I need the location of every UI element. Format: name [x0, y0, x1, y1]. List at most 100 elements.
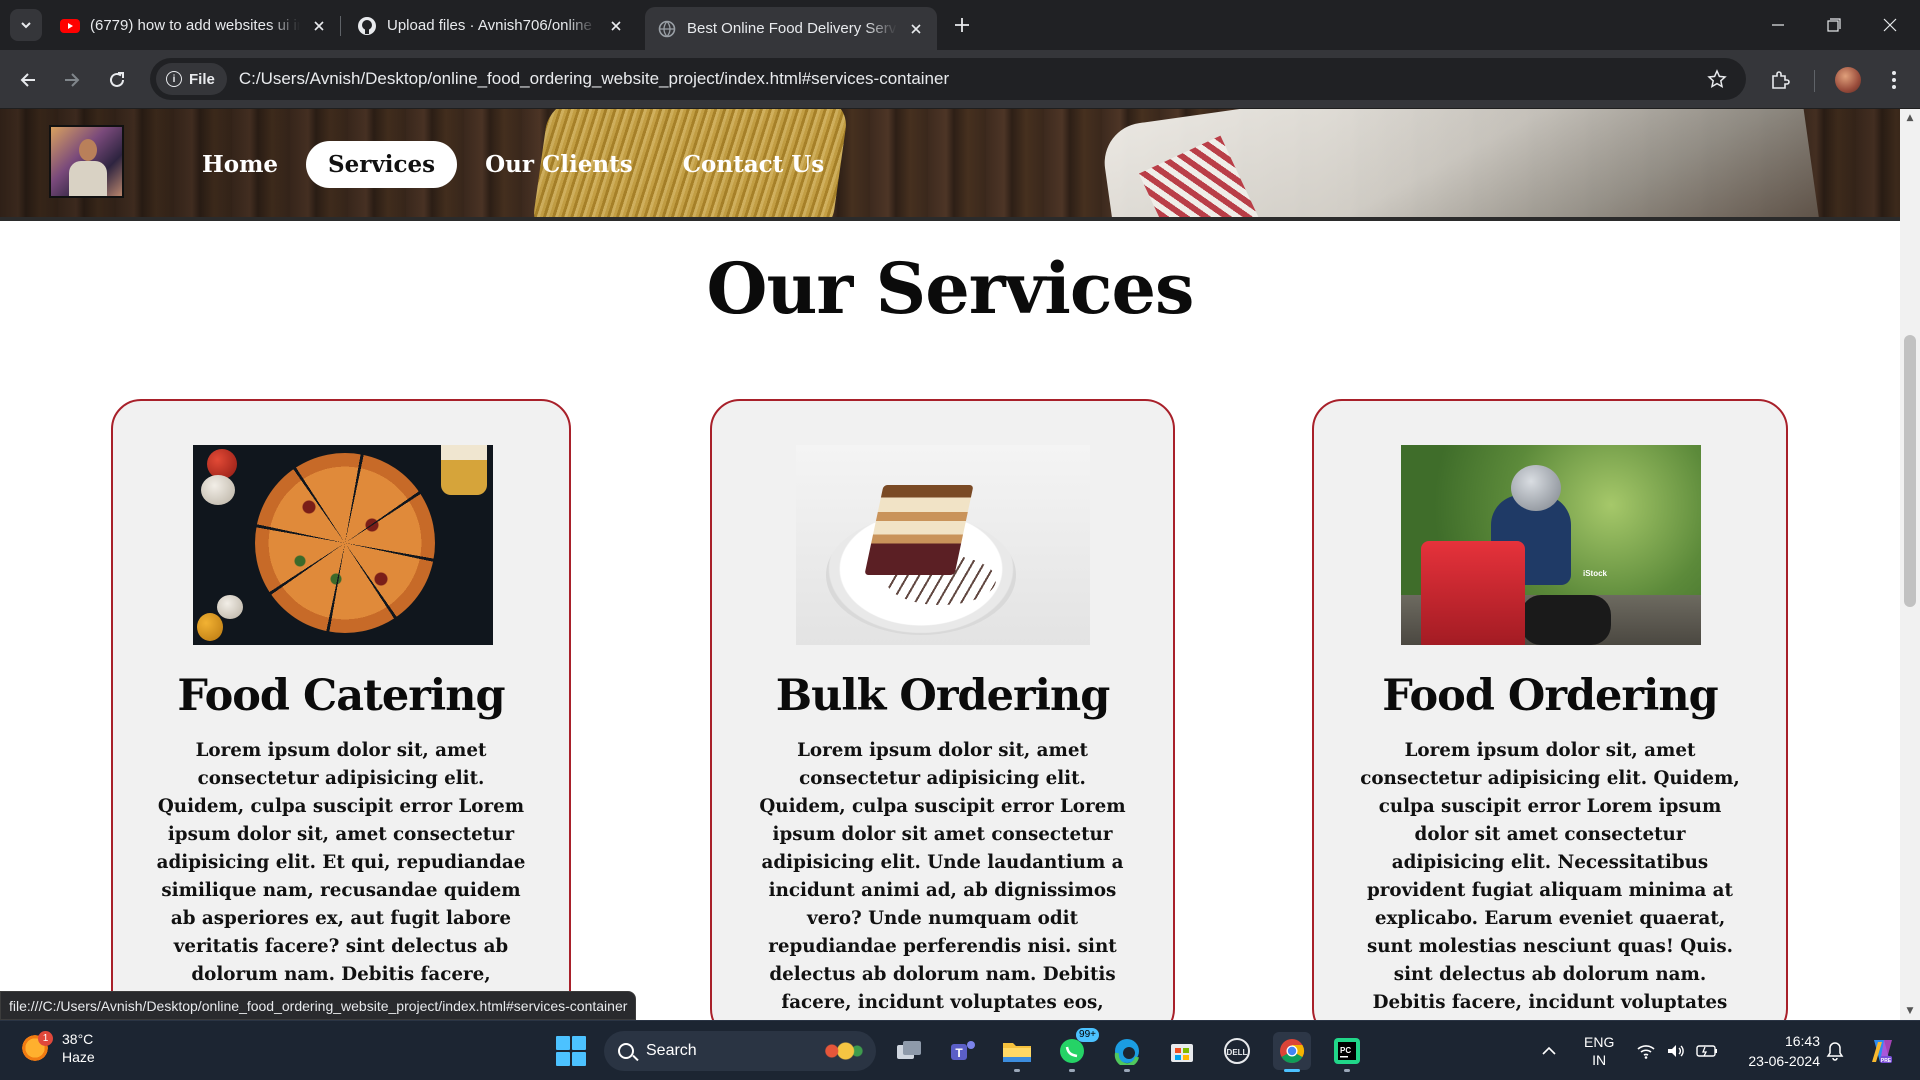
- language-indicator[interactable]: ENG IN: [1584, 1021, 1614, 1080]
- extensions-button[interactable]: [1764, 64, 1796, 96]
- running-indicator: [1124, 1069, 1130, 1072]
- start-button[interactable]: [556, 1036, 586, 1066]
- main-nav: Home Services Our Clients Contact Us: [180, 141, 852, 188]
- running-indicator: [1069, 1069, 1075, 1072]
- whatsapp-app[interactable]: 99+: [1053, 1028, 1099, 1072]
- reload-icon: [110, 72, 124, 87]
- toolbar-divider: [1814, 70, 1815, 92]
- garlic: [201, 475, 235, 505]
- close-icon: [1883, 18, 1897, 32]
- service-card-food-ordering: iStock Food Ordering Lorem ipsum dolor s…: [1312, 399, 1788, 1020]
- link-status-bubble: file:///C:/Users/Avnish/Desktop/online_f…: [0, 991, 637, 1020]
- minimize-icon: [1772, 24, 1784, 26]
- logo-person-head: [79, 139, 97, 161]
- svg-text:T: T: [955, 1046, 963, 1060]
- teams-app[interactable]: T: [944, 1032, 982, 1070]
- bookmark-star-button[interactable]: [1704, 66, 1730, 92]
- whatsapp-badge: 99+: [1076, 1028, 1099, 1042]
- nav-our-clients[interactable]: Our Clients: [463, 141, 655, 188]
- tab-github[interactable]: Upload files · Avnish706/online: [345, 7, 637, 44]
- edge-icon: [1114, 1039, 1139, 1065]
- pizza-image: [193, 445, 493, 645]
- close-tab-icon[interactable]: [310, 17, 328, 35]
- pycharm-icon: PC: [1334, 1038, 1360, 1064]
- running-indicator: [1344, 1069, 1350, 1072]
- windows-logo-icon: [556, 1036, 570, 1050]
- language-line1: ENG: [1584, 1034, 1615, 1050]
- taskbar-clock[interactable]: 16:43 23-06-2024: [1736, 1031, 1820, 1071]
- windows-taskbar: 1 38°C Haze Search T 99+ DELL PC ENG IN …: [0, 1020, 1920, 1080]
- dell-app[interactable]: DELL: [1218, 1032, 1256, 1070]
- clock-time: 16:43: [1784, 1033, 1820, 1049]
- delivery-rider-image: iStock: [1401, 445, 1701, 645]
- system-tray-icons[interactable]: [1636, 1021, 1718, 1080]
- show-hidden-icons-button[interactable]: [1542, 1021, 1556, 1080]
- service-card-bulk-ordering: Bulk Ordering Lorem ipsum dolor sit, ame…: [710, 399, 1175, 1020]
- puzzle-icon: [1772, 71, 1790, 89]
- notifications-button[interactable]: [1826, 1021, 1844, 1080]
- scrollbar-thumb[interactable]: [1904, 335, 1916, 607]
- running-indicator: [1014, 1069, 1020, 1072]
- tab-youtube[interactable]: (6779) how to add websites ui in: [48, 7, 340, 44]
- page-scrollbar[interactable]: ▲ ▼: [1900, 109, 1920, 1020]
- pepper: [197, 613, 223, 641]
- info-icon: i: [166, 71, 182, 87]
- close-tab-icon[interactable]: [907, 20, 925, 38]
- cake-image: [796, 445, 1090, 645]
- task-view-button[interactable]: [890, 1032, 928, 1070]
- card-title: Bulk Ordering: [775, 671, 1111, 721]
- site-logo[interactable]: [49, 125, 124, 198]
- card-text: Lorem ipsum dolor sit, amet consectetur …: [759, 740, 1126, 1013]
- pycharm-app[interactable]: PC: [1328, 1032, 1366, 1072]
- svg-text:DELL: DELL: [1227, 1048, 1248, 1057]
- teams-icon: T: [951, 1041, 975, 1060]
- back-button[interactable]: [13, 65, 43, 95]
- tab-food-delivery[interactable]: Best Online Food Delivery Servi: [645, 7, 937, 50]
- language-line2: IN: [1592, 1052, 1607, 1068]
- close-tab-icon[interactable]: [607, 17, 625, 35]
- microsoft-store-app[interactable]: [1163, 1032, 1201, 1070]
- minimize-button[interactable]: [1750, 0, 1806, 50]
- copilot-button[interactable]: PRE: [1866, 1021, 1896, 1080]
- service-card-catering: Food Catering Lorem ipsum dolor sit, ame…: [111, 399, 571, 1020]
- wifi-icon: [1637, 1045, 1655, 1059]
- new-tab-button[interactable]: [950, 13, 974, 37]
- site-info-chip[interactable]: i File: [156, 63, 227, 95]
- nav-contact-us[interactable]: Contact Us: [661, 141, 847, 188]
- nav-home[interactable]: Home: [180, 141, 300, 188]
- weather-widget[interactable]: 1 38°C Haze: [20, 1030, 95, 1066]
- scroll-up-arrow-icon[interactable]: ▲: [1905, 113, 1915, 123]
- taskbar-search[interactable]: Search: [604, 1031, 876, 1071]
- helmet: [1511, 465, 1561, 511]
- chrome-app[interactable]: [1273, 1032, 1311, 1072]
- profile-button[interactable]: [1832, 64, 1864, 96]
- file-explorer-app[interactable]: [998, 1032, 1036, 1072]
- edge-app[interactable]: [1108, 1032, 1146, 1072]
- kebab-menu-icon: [1892, 71, 1896, 89]
- reload-button[interactable]: [102, 65, 132, 95]
- weather-condition: Haze: [62, 1049, 95, 1065]
- copilot-icon: PRE: [1872, 1040, 1892, 1064]
- search-icon: [618, 1043, 634, 1059]
- close-window-button[interactable]: [1862, 0, 1918, 50]
- chevron-up-icon: [1542, 1046, 1556, 1055]
- restore-button[interactable]: [1806, 0, 1862, 50]
- tab-search-button[interactable]: [10, 9, 42, 41]
- section-title: Our Services: [706, 247, 1195, 330]
- scroll-down-arrow-icon[interactable]: ▼: [1905, 1006, 1915, 1016]
- weather-haze-icon: 1: [20, 1031, 53, 1063]
- address-bar[interactable]: i File C:/Users/Avnish/Desktop/online_fo…: [150, 58, 1746, 100]
- tab-title: Best Online Food Delivery Servi: [687, 20, 897, 37]
- browser-tab-bar: (6779) how to add websites ui in Upload …: [0, 0, 1920, 50]
- running-indicator: [1284, 1069, 1300, 1072]
- url-text[interactable]: C:/Users/Avnish/Desktop/online_food_orde…: [239, 69, 949, 89]
- svg-text:PC: PC: [1340, 1046, 1351, 1055]
- dell-logo-icon: DELL: [1224, 1038, 1250, 1064]
- forward-button[interactable]: [57, 65, 87, 95]
- forward-arrow-icon: [65, 73, 80, 87]
- task-view-icon: [897, 1041, 921, 1059]
- nav-services[interactable]: Services: [306, 141, 458, 188]
- menu-button[interactable]: [1878, 64, 1910, 96]
- github-icon: [357, 16, 377, 36]
- logo-person-body: [69, 161, 107, 196]
